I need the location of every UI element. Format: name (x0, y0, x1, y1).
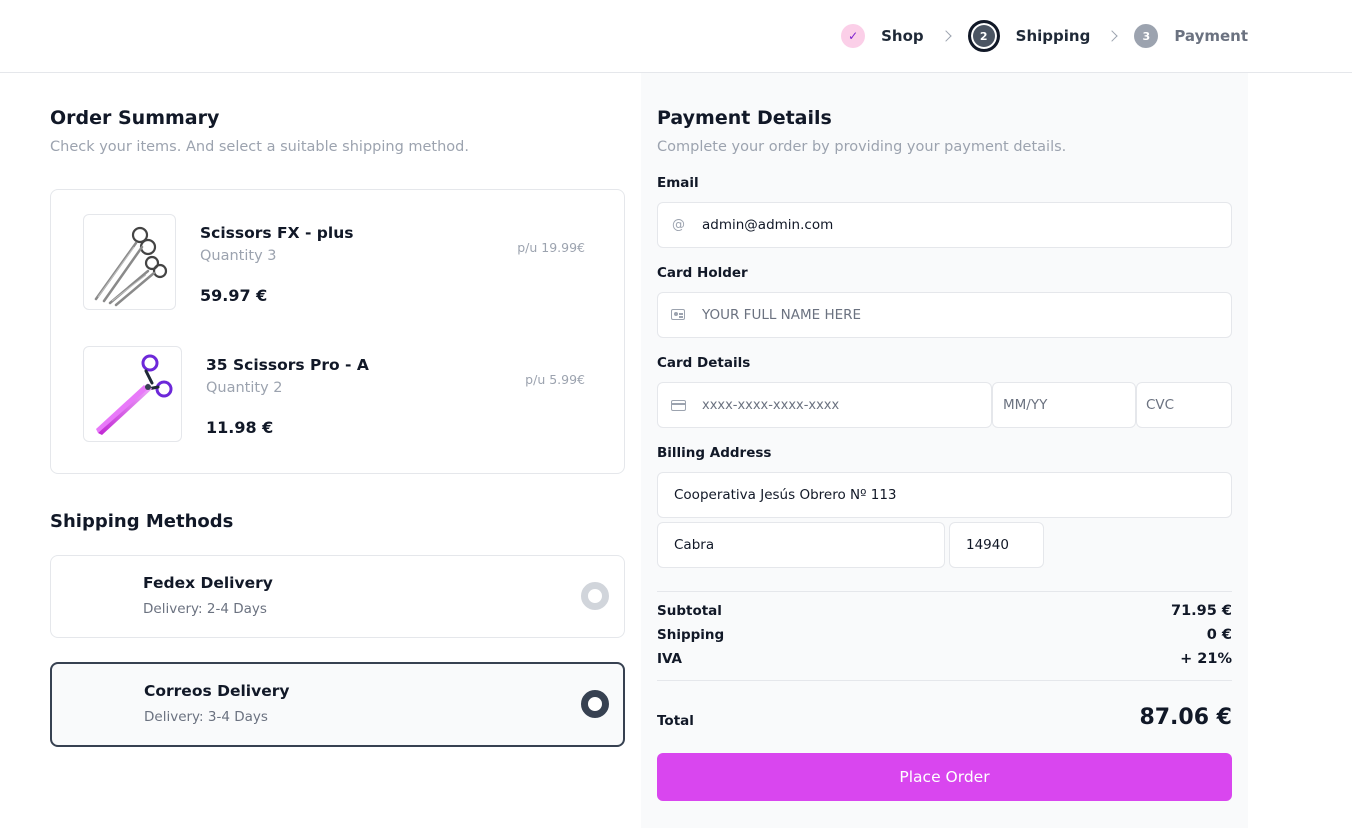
scissors-image-icon (95, 354, 172, 435)
step-number-shipping: 2 (967, 20, 1000, 52)
card-holder-label: Card Holder (657, 265, 748, 281)
card-holder-field[interactable]: YOUR FULL NAME HERE (657, 292, 1232, 338)
total-label: Total (657, 713, 694, 729)
cart-items-box: Scissors FX - plus Quantity 3 59.97 € p/… (50, 189, 625, 474)
total-value: 87.06 € (1139, 705, 1232, 730)
divider (657, 680, 1232, 681)
email-value: admin@admin.com (702, 217, 834, 233)
shipping-option-correos[interactable]: Correos Delivery Delivery: 3-4 Days (50, 662, 625, 747)
shipping-option-fedex[interactable]: Fedex Delivery Delivery: 2-4 Days (50, 555, 625, 638)
city-value: Cabra (674, 537, 715, 553)
step-shop[interactable]: ✓ Shop (841, 24, 924, 48)
subtotal-label: Subtotal (657, 603, 722, 619)
email-label: Email (657, 175, 699, 191)
checkout-page: ✓ Shop 2 Shipping 3 Payment Order Summar… (0, 0, 1352, 828)
step-label-shipping: Shipping (1015, 27, 1091, 45)
item-total: 59.97 € (200, 286, 268, 305)
cvc-field[interactable]: CVC (1136, 382, 1232, 428)
billing-address-field[interactable]: Cooperativa Jesús Obrero Nº 113 (657, 472, 1232, 518)
tax-value: + 21% (1180, 651, 1232, 667)
place-order-button[interactable]: Place Order (657, 753, 1232, 801)
item-total: 11.98 € (206, 418, 274, 437)
payment-details-section: Payment Details Complete your order by p… (641, 73, 1248, 828)
payment-details-title: Payment Details (657, 107, 832, 129)
header: ✓ Shop 2 Shipping 3 Payment (0, 0, 1352, 73)
at-icon: @ (672, 217, 685, 233)
shipping-methods-title: Shipping Methods (50, 511, 234, 532)
check-icon: ✓ (841, 24, 866, 48)
expiry-placeholder: MM/YY (1003, 397, 1048, 413)
id-card-icon (671, 309, 685, 320)
zip-field[interactable]: 14940 (949, 522, 1044, 568)
cvc-placeholder: CVC (1146, 397, 1175, 413)
order-summary-subtitle: Check your items. And select a suitable … (50, 139, 469, 155)
card-holder-placeholder: YOUR FULL NAME HERE (702, 307, 862, 323)
product-image (83, 346, 182, 442)
subtotal-value: 71.95 € (1170, 603, 1232, 619)
subtotal-row: Subtotal 71.95 € (657, 603, 1232, 623)
tax-label: IVA (657, 651, 683, 667)
radio-button[interactable] (581, 582, 609, 610)
city-field[interactable]: Cabra (657, 522, 945, 568)
order-summary-title: Order Summary (50, 107, 220, 129)
step-payment[interactable]: 3 Payment (1134, 24, 1248, 48)
shipping-cost-value: 0 € (1206, 627, 1232, 643)
item-name: Scissors FX - plus (200, 224, 354, 242)
billing-address-value: Cooperativa Jesús Obrero Nº 113 (674, 487, 897, 503)
cart-item: Scissors FX - plus Quantity 3 59.97 € p/… (83, 214, 593, 310)
chevron-right-icon (1106, 30, 1118, 42)
card-number-field[interactable]: xxxx-xxxx-xxxx-xxxx (657, 382, 992, 428)
tax-row: IVA + 21% (657, 651, 1232, 671)
item-quantity: Quantity 2 (206, 380, 283, 396)
chevron-right-icon (939, 30, 952, 42)
zip-value: 14940 (966, 537, 1009, 553)
email-field[interactable]: @ admin@admin.com (657, 202, 1232, 248)
item-unit-price: p/u 5.99€ (525, 372, 585, 387)
cart-item: 35 Scissors Pro - A Quantity 2 11.98 € p… (83, 346, 593, 442)
shipping-option-name: Fedex Delivery (143, 574, 273, 592)
credit-card-icon (671, 400, 686, 411)
step-label-shop: Shop (881, 27, 924, 45)
checkout-stepper: ✓ Shop 2 Shipping 3 Payment (841, 20, 1248, 52)
scissors-image-icon (94, 226, 167, 307)
radio-button-selected[interactable] (581, 690, 609, 718)
divider (657, 591, 1232, 592)
step-label-payment: Payment (1174, 27, 1248, 45)
billing-address-label: Billing Address (657, 445, 772, 461)
payment-details-subtitle: Complete your order by providing your pa… (657, 139, 1067, 155)
shipping-option-name: Correos Delivery (144, 682, 290, 700)
shipping-option-eta: Delivery: 3-4 Days (144, 709, 268, 725)
shipping-cost-row: Shipping 0 € (657, 627, 1232, 647)
item-quantity: Quantity 3 (200, 248, 277, 264)
expiry-field[interactable]: MM/YY (992, 382, 1136, 428)
item-name: 35 Scissors Pro - A (206, 356, 369, 374)
card-number-placeholder: xxxx-xxxx-xxxx-xxxx (702, 397, 840, 413)
shipping-cost-label: Shipping (657, 627, 725, 643)
item-unit-price: p/u 19.99€ (517, 240, 585, 255)
step-shipping[interactable]: 2 Shipping (967, 20, 1091, 52)
product-image (83, 214, 176, 310)
step-number-payment: 3 (1134, 24, 1159, 48)
shipping-option-eta: Delivery: 2-4 Days (143, 601, 267, 617)
card-details-label: Card Details (657, 355, 751, 371)
